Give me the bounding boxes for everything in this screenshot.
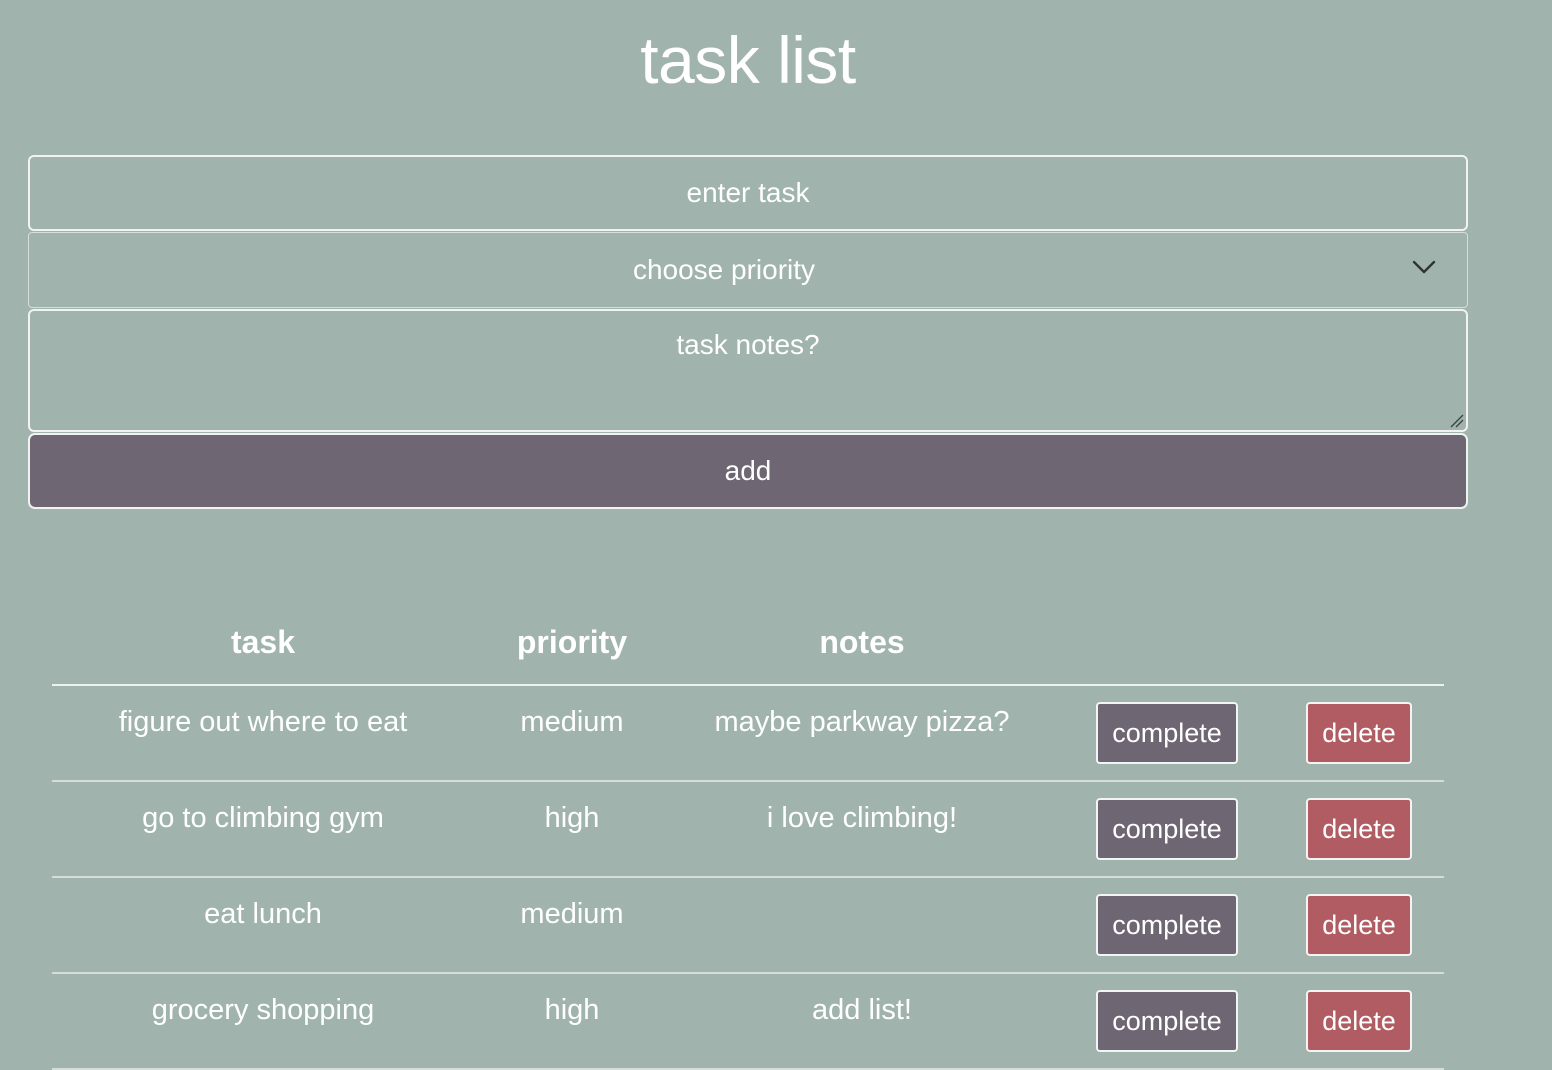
priority-select[interactable]: choose priority [28, 232, 1468, 308]
row-task: figure out where to eat [52, 685, 474, 782]
row-priority: medium [474, 685, 670, 782]
row-task: go to climbing gym [52, 781, 474, 878]
row-priority: high [474, 781, 670, 878]
row-notes [670, 877, 1054, 974]
complete-button[interactable]: complete [1096, 702, 1238, 764]
row-delete-cell: delete [1294, 685, 1444, 782]
row-complete-cell: complete [1054, 685, 1294, 782]
row-priority: high [474, 973, 670, 1070]
row-complete-cell: complete [1054, 973, 1294, 1070]
delete-button[interactable]: delete [1306, 990, 1412, 1052]
row-priority: medium [474, 877, 670, 974]
row-delete-cell: delete [1294, 877, 1444, 974]
table-row: grocery shopping high add list! complete… [52, 973, 1444, 1070]
notes-wrapper [28, 309, 1468, 432]
page-title: task list [640, 23, 856, 97]
header-delete [1294, 600, 1444, 686]
header-priority: priority [474, 600, 670, 686]
complete-button[interactable]: complete [1096, 990, 1238, 1052]
row-delete-cell: delete [1294, 781, 1444, 878]
priority-select-label: choose priority [632, 254, 816, 285]
table-row: figure out where to eat medium maybe par… [52, 685, 1444, 782]
resize-grip-icon[interactable] [1450, 414, 1464, 428]
table-row: eat lunch medium complete delete [52, 877, 1444, 974]
task-table: task priority notes figure out where to … [52, 600, 1444, 1070]
chevron-down-icon [1412, 260, 1436, 274]
delete-button[interactable]: delete [1306, 894, 1412, 956]
table-row: go to climbing gym high i love climbing!… [52, 781, 1444, 878]
row-task: grocery shopping [52, 973, 474, 1070]
notes-textarea[interactable] [28, 309, 1468, 432]
task-input[interactable] [28, 155, 1468, 231]
header-task: task [52, 600, 474, 686]
row-notes: i love climbing! [670, 781, 1054, 878]
header-notes: notes [670, 600, 1054, 686]
row-complete-cell: complete [1054, 877, 1294, 974]
add-button[interactable]: add [28, 433, 1468, 509]
row-task: eat lunch [52, 877, 474, 974]
delete-button[interactable]: delete [1306, 702, 1412, 764]
table-header-row: task priority notes [52, 600, 1444, 686]
row-notes: add list! [670, 973, 1054, 1070]
row-delete-cell: delete [1294, 973, 1444, 1070]
row-complete-cell: complete [1054, 781, 1294, 878]
delete-button[interactable]: delete [1306, 798, 1412, 860]
header-complete [1054, 600, 1294, 686]
complete-button[interactable]: complete [1096, 798, 1238, 860]
task-form: choose priority add [28, 155, 1468, 509]
row-notes: maybe parkway pizza? [670, 685, 1054, 782]
complete-button[interactable]: complete [1096, 894, 1238, 956]
